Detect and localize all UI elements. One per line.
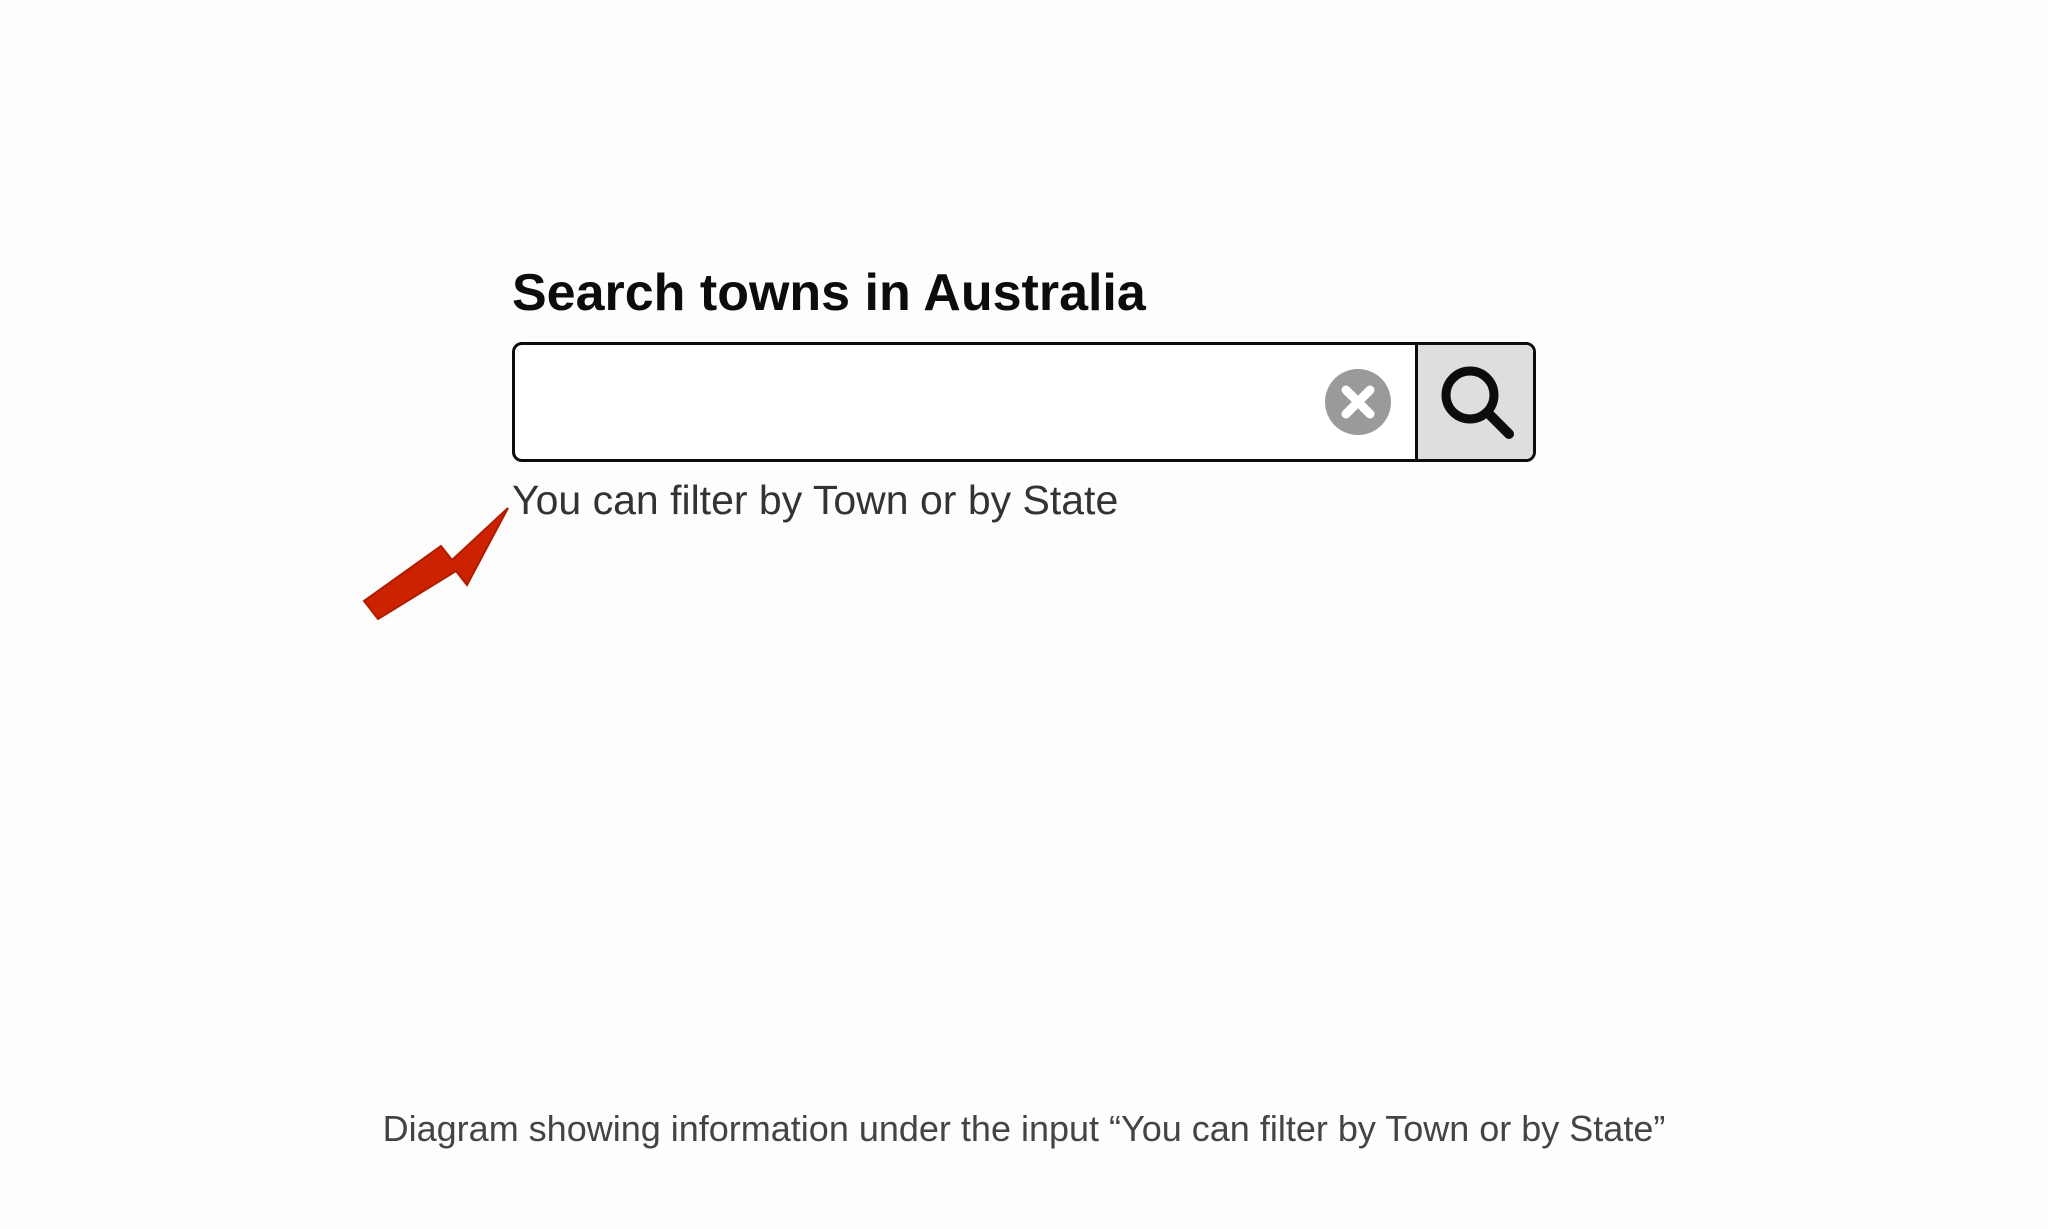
search-box <box>512 342 1536 462</box>
search-input[interactable] <box>515 345 1415 459</box>
arrow-icon <box>362 507 509 620</box>
caption: Diagram showing information under the in… <box>382 1108 1666 1149</box>
hint-text: You can filter by Town or by State <box>512 477 1119 523</box>
search-component: Search towns in Australia You can filter… <box>512 258 1536 523</box>
search-button[interactable] <box>1415 345 1533 459</box>
clear-button[interactable] <box>1325 369 1391 435</box>
search-title: Search towns in Australia <box>512 264 1146 322</box>
magnifier-icon <box>1441 366 1514 439</box>
clear-x-icon <box>1325 369 1391 435</box>
